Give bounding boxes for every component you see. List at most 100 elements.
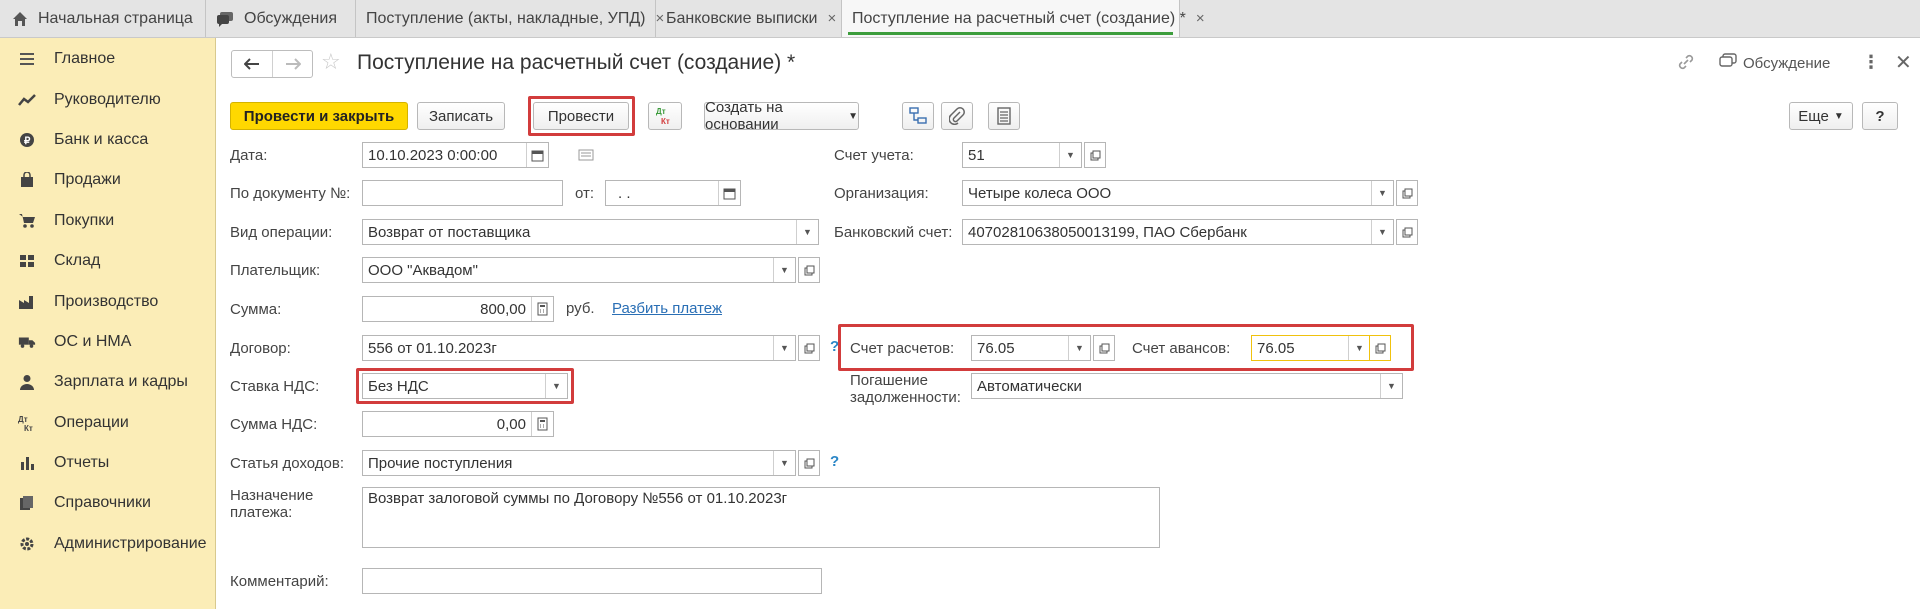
- calculator-icon[interactable]: [531, 412, 553, 436]
- sidebar-item[interactable]: Склад: [0, 241, 215, 281]
- open-income-item-icon[interactable]: [798, 450, 820, 476]
- vat-rate-select[interactable]: Без НДС ▼: [362, 373, 568, 399]
- open-organization-icon[interactable]: [1396, 180, 1418, 206]
- payment-purpose-textarea[interactable]: Возврат залоговой суммы по Договору №556…: [362, 487, 1160, 548]
- create-based-on-button[interactable]: Создать на основании ▼: [704, 99, 859, 133]
- more-button[interactable]: Еще ▼: [1789, 102, 1853, 130]
- forward-button[interactable]: [272, 51, 312, 77]
- dropdown-arrow-icon[interactable]: ▼: [773, 258, 795, 282]
- account-select[interactable]: 51 ▼: [962, 142, 1082, 168]
- organization-select[interactable]: Четыре колеса ООО ▼: [962, 180, 1394, 206]
- sidebar-item[interactable]: Покупки: [0, 201, 215, 241]
- operation-type-select[interactable]: Возврат от поставщика ▼: [362, 219, 819, 245]
- calculator-icon[interactable]: [531, 297, 553, 321]
- open-advance-account-icon[interactable]: [1369, 335, 1391, 361]
- favorite-star-icon[interactable]: ☆: [321, 49, 341, 75]
- warehouse-icon: [18, 252, 36, 270]
- tab-bank-statements[interactable]: Банковские выписки ×: [656, 0, 842, 37]
- vat-sum-input[interactable]: 0,00: [362, 411, 554, 437]
- dropdown-arrow-icon[interactable]: ▼: [773, 451, 795, 475]
- back-button[interactable]: [232, 51, 272, 77]
- close-icon[interactable]: ×: [827, 10, 836, 27]
- advance-account-select[interactable]: 76.05 ▼: [1251, 335, 1371, 361]
- dt-kt-button[interactable]: Дт Кт: [648, 102, 682, 130]
- contract-select[interactable]: 556 от 01.10.2023г ▼: [362, 335, 796, 361]
- help-button[interactable]: ?: [1862, 102, 1898, 130]
- income-item-select[interactable]: Прочие поступления ▼: [362, 450, 796, 476]
- sidebar-item[interactable]: Справочники: [0, 483, 215, 523]
- dropdown-arrow-icon[interactable]: ▼: [1348, 336, 1370, 360]
- sidebar-item[interactable]: Администрирование: [0, 524, 215, 564]
- tab-discussions[interactable]: Обсуждения: [206, 0, 356, 37]
- settlement-account-value: 76.05: [977, 339, 1015, 357]
- post-and-close-button[interactable]: Провести и закрыть: [230, 102, 408, 130]
- payer-select[interactable]: ООО "Аквадом" ▼: [362, 257, 796, 283]
- open-account-icon[interactable]: [1084, 142, 1106, 168]
- tab-receipts-acts[interactable]: Поступление (акты, накладные, УПД) ×: [356, 0, 664, 37]
- close-icon[interactable]: ×: [1196, 10, 1205, 27]
- dropdown-arrow-icon[interactable]: ▼: [1068, 336, 1090, 360]
- save-button[interactable]: Записать: [417, 102, 505, 130]
- dropdown-arrow-icon[interactable]: ▼: [545, 374, 567, 398]
- post-button[interactable]: Провести: [533, 102, 629, 130]
- comment-input[interactable]: [362, 568, 822, 594]
- date-value: 10.10.2023 0:00:00: [368, 146, 498, 164]
- vat-rate-label: Ставка НДС:: [230, 378, 320, 395]
- more-actions-icon[interactable]: ⋮: [1862, 52, 1880, 73]
- income-item-label: Статья доходов:: [230, 455, 345, 472]
- structure-button[interactable]: [902, 102, 934, 130]
- sidebar-item[interactable]: Руководителю: [0, 79, 215, 119]
- open-bank-account-icon[interactable]: [1396, 219, 1418, 245]
- sidebar-item[interactable]: Дт Кт Операции: [0, 403, 215, 443]
- sidebar-item[interactable]: ОС и НМА: [0, 322, 215, 362]
- date-field[interactable]: 10.10.2023 0:00:00: [362, 142, 549, 168]
- caret-down-icon: ▼: [1833, 110, 1844, 122]
- dropdown-arrow-icon[interactable]: ▼: [796, 220, 818, 244]
- organization-label: Организация:: [834, 185, 929, 202]
- attach-button[interactable]: [941, 102, 973, 130]
- open-payer-icon[interactable]: [798, 257, 820, 283]
- calendar-icon[interactable]: [526, 143, 548, 167]
- sidebar-item[interactable]: Отчеты: [0, 443, 215, 483]
- sum-input[interactable]: 800,00: [362, 296, 554, 322]
- organization-value: Четыре колеса ООО: [968, 184, 1112, 202]
- sidebar-item[interactable]: Продажи: [0, 160, 215, 200]
- debt-repayment-select[interactable]: Автоматически ▼: [971, 373, 1403, 399]
- settlement-account-select[interactable]: 76.05 ▼: [971, 335, 1091, 361]
- print-button[interactable]: [988, 102, 1020, 130]
- contract-help-icon[interactable]: ?: [830, 338, 839, 355]
- dropdown-arrow-icon[interactable]: ▼: [1059, 143, 1081, 167]
- tab-current-document[interactable]: Поступление на расчетный счет (создание)…: [842, 0, 1205, 37]
- dropdown-arrow-icon[interactable]: ▼: [1380, 374, 1402, 398]
- sidebar-item[interactable]: Производство: [0, 281, 215, 321]
- open-contract-icon[interactable]: [798, 335, 820, 361]
- tab-home[interactable]: Начальная страница: [0, 0, 206, 37]
- dropdown-arrow-icon[interactable]: ▼: [773, 336, 795, 360]
- bar-chart-icon: [18, 454, 36, 472]
- comment-note-icon[interactable]: [578, 148, 594, 165]
- payer-label: Плательщик:: [230, 262, 321, 279]
- link-icon[interactable]: [1677, 53, 1695, 76]
- dropdown-arrow-icon[interactable]: ▼: [1371, 181, 1393, 205]
- calendar-icon[interactable]: [718, 181, 740, 205]
- bank-account-select[interactable]: 40702810638050013199, ПАО Сбербанк ▼: [962, 219, 1394, 245]
- sidebar-item[interactable]: Главное: [0, 39, 215, 79]
- caret-down-icon: ▼: [848, 110, 858, 122]
- vat-rate-value: Без НДС: [368, 377, 429, 395]
- open-settlement-account-icon[interactable]: [1093, 335, 1115, 361]
- income-item-help-icon[interactable]: ?: [830, 453, 839, 470]
- comment-value: [363, 569, 821, 593]
- doc-date-field[interactable]: . .: [605, 180, 741, 206]
- close-form-icon[interactable]: ✕: [1895, 50, 1912, 75]
- factory-icon: [18, 293, 36, 311]
- tab-home-label: Начальная страница: [38, 9, 193, 27]
- sidebar-item[interactable]: Зарплата и кадры: [0, 362, 215, 402]
- sidebar-item-label: Склад: [54, 252, 101, 270]
- discussion-button[interactable]: Обсуждение: [1719, 53, 1830, 73]
- sidebar-item[interactable]: ₽ Банк и касса: [0, 120, 215, 160]
- split-payment-link[interactable]: Разбить платеж: [612, 300, 722, 317]
- sidebar-item-label: Зарплата и кадры: [54, 373, 188, 391]
- doc-number-input[interactable]: [362, 180, 563, 206]
- chat-icon: [216, 11, 234, 27]
- dropdown-arrow-icon[interactable]: ▼: [1371, 220, 1393, 244]
